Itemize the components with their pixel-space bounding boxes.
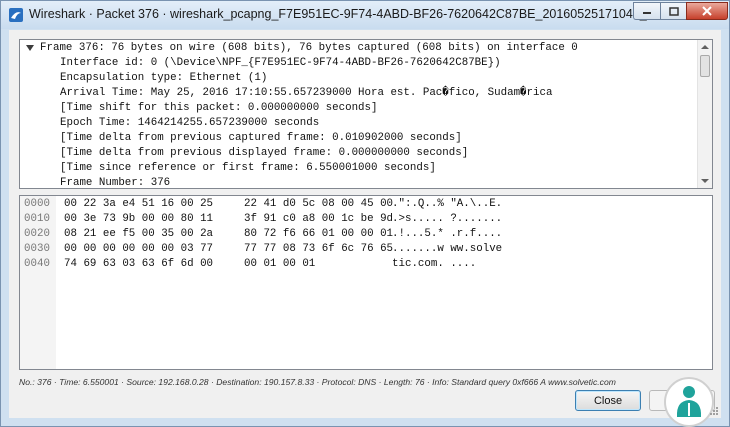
title-bar[interactable]: Wireshark · Packet 376 · wireshark_pcapn… (1, 1, 729, 29)
hex-ascii[interactable]: .......w ww.solve (392, 242, 502, 257)
hex-offset: 0030 (24, 243, 50, 255)
hex-ascii[interactable]: .!...5.* .r.f.... (392, 227, 502, 242)
window-title: Wireshark · Packet 376 · wireshark_pcapn… (29, 7, 689, 21)
minimize-icon (643, 12, 651, 14)
scroll-down-icon[interactable] (701, 179, 709, 183)
hex-offset: 0010 (24, 213, 50, 225)
wireshark-packet-window: Wireshark · Packet 376 · wireshark_pcapn… (0, 0, 730, 427)
expand-arrow-icon[interactable] (26, 45, 34, 51)
hex-ascii[interactable]: .":.Q..% "A.\..E. (392, 197, 502, 212)
hex-bytes-first[interactable]: 00 00 00 00 00 00 03 77 (64, 242, 213, 257)
hex-bytes-first[interactable]: 00 3e 73 9b 00 00 80 11 (64, 212, 213, 227)
close-button[interactable]: Close (575, 390, 641, 411)
hex-bytes-second[interactable]: 77 77 08 73 6f 6c 76 65 (244, 242, 393, 257)
wireshark-app-icon (9, 8, 23, 22)
hex-bytes-first[interactable]: 08 21 ee f5 00 35 00 2a (64, 227, 213, 242)
person-logo-icon (676, 386, 702, 417)
tree-line-interface-id[interactable]: Interface id: 0 (\Device\NPF_{F7E951EC-9… (60, 56, 501, 71)
scroll-up-icon[interactable] (701, 45, 709, 49)
tree-line-arrival-time[interactable]: Arrival Time: May 25, 2016 17:10:55.6572… (60, 86, 552, 101)
maximize-button[interactable] (660, 2, 686, 20)
hex-ascii[interactable]: tic.com. .... (392, 257, 476, 272)
maximize-icon (668, 6, 679, 16)
tree-line-epoch-time[interactable]: Epoch Time: 1464214255.657239000 seconds (60, 116, 319, 131)
close-icon (702, 6, 712, 16)
hex-offset: 0040 (24, 258, 50, 270)
resize-grip-icon[interactable] (709, 406, 719, 416)
tree-line-encapsulation[interactable]: Encapsulation type: Ethernet (1) (60, 71, 267, 86)
site-logo (664, 377, 714, 427)
hex-bytes-first[interactable]: 00 22 3a e4 51 16 00 25 (64, 197, 213, 212)
hex-dump-pane[interactable]: 0000 00 22 3a e4 51 16 00 25 22 41 d0 5c… (19, 195, 713, 370)
hex-bytes-first[interactable]: 74 69 63 03 63 6f 6d 00 (64, 257, 213, 272)
minimize-button[interactable] (633, 2, 660, 20)
tree-line-delta-captured[interactable]: [Time delta from previous captured frame… (60, 131, 462, 146)
window-close-button[interactable] (686, 2, 728, 20)
packet-summary-status: No.: 376 · Time: 6.550001 · Source: 192.… (19, 377, 616, 387)
details-scrollbar[interactable] (697, 40, 712, 188)
scroll-thumb[interactable] (700, 55, 710, 77)
tree-line-time-shift[interactable]: [Time shift for this packet: 0.000000000… (60, 101, 377, 116)
dialog-body: Frame 376: 76 bytes on wire (608 bits), … (9, 30, 721, 427)
tree-line-delta-displayed[interactable]: [Time delta from previous displayed fram… (60, 146, 468, 161)
hex-offset: 0000 (24, 198, 50, 210)
hex-bytes-second[interactable]: 22 41 d0 5c 08 00 45 00 (244, 197, 393, 212)
tree-line-time-since-reference[interactable]: [Time since reference or first frame: 6.… (60, 161, 436, 176)
hex-bytes-second[interactable]: 80 72 f6 66 01 00 00 01 (244, 227, 393, 242)
packet-details-tree[interactable]: Frame 376: 76 bytes on wire (608 bits), … (19, 39, 713, 189)
tree-line-frame-number[interactable]: Frame Number: 376 (60, 176, 170, 188)
hex-bytes-second[interactable]: 00 01 00 01 (244, 257, 315, 272)
hex-bytes-second[interactable]: 3f 91 c0 a8 00 1c be 9d (244, 212, 393, 227)
hex-ascii[interactable]: .>s..... ?....... (392, 212, 502, 227)
hex-offset: 0020 (24, 228, 50, 240)
tree-line-frame[interactable]: Frame 376: 76 bytes on wire (608 bits), … (40, 41, 578, 56)
